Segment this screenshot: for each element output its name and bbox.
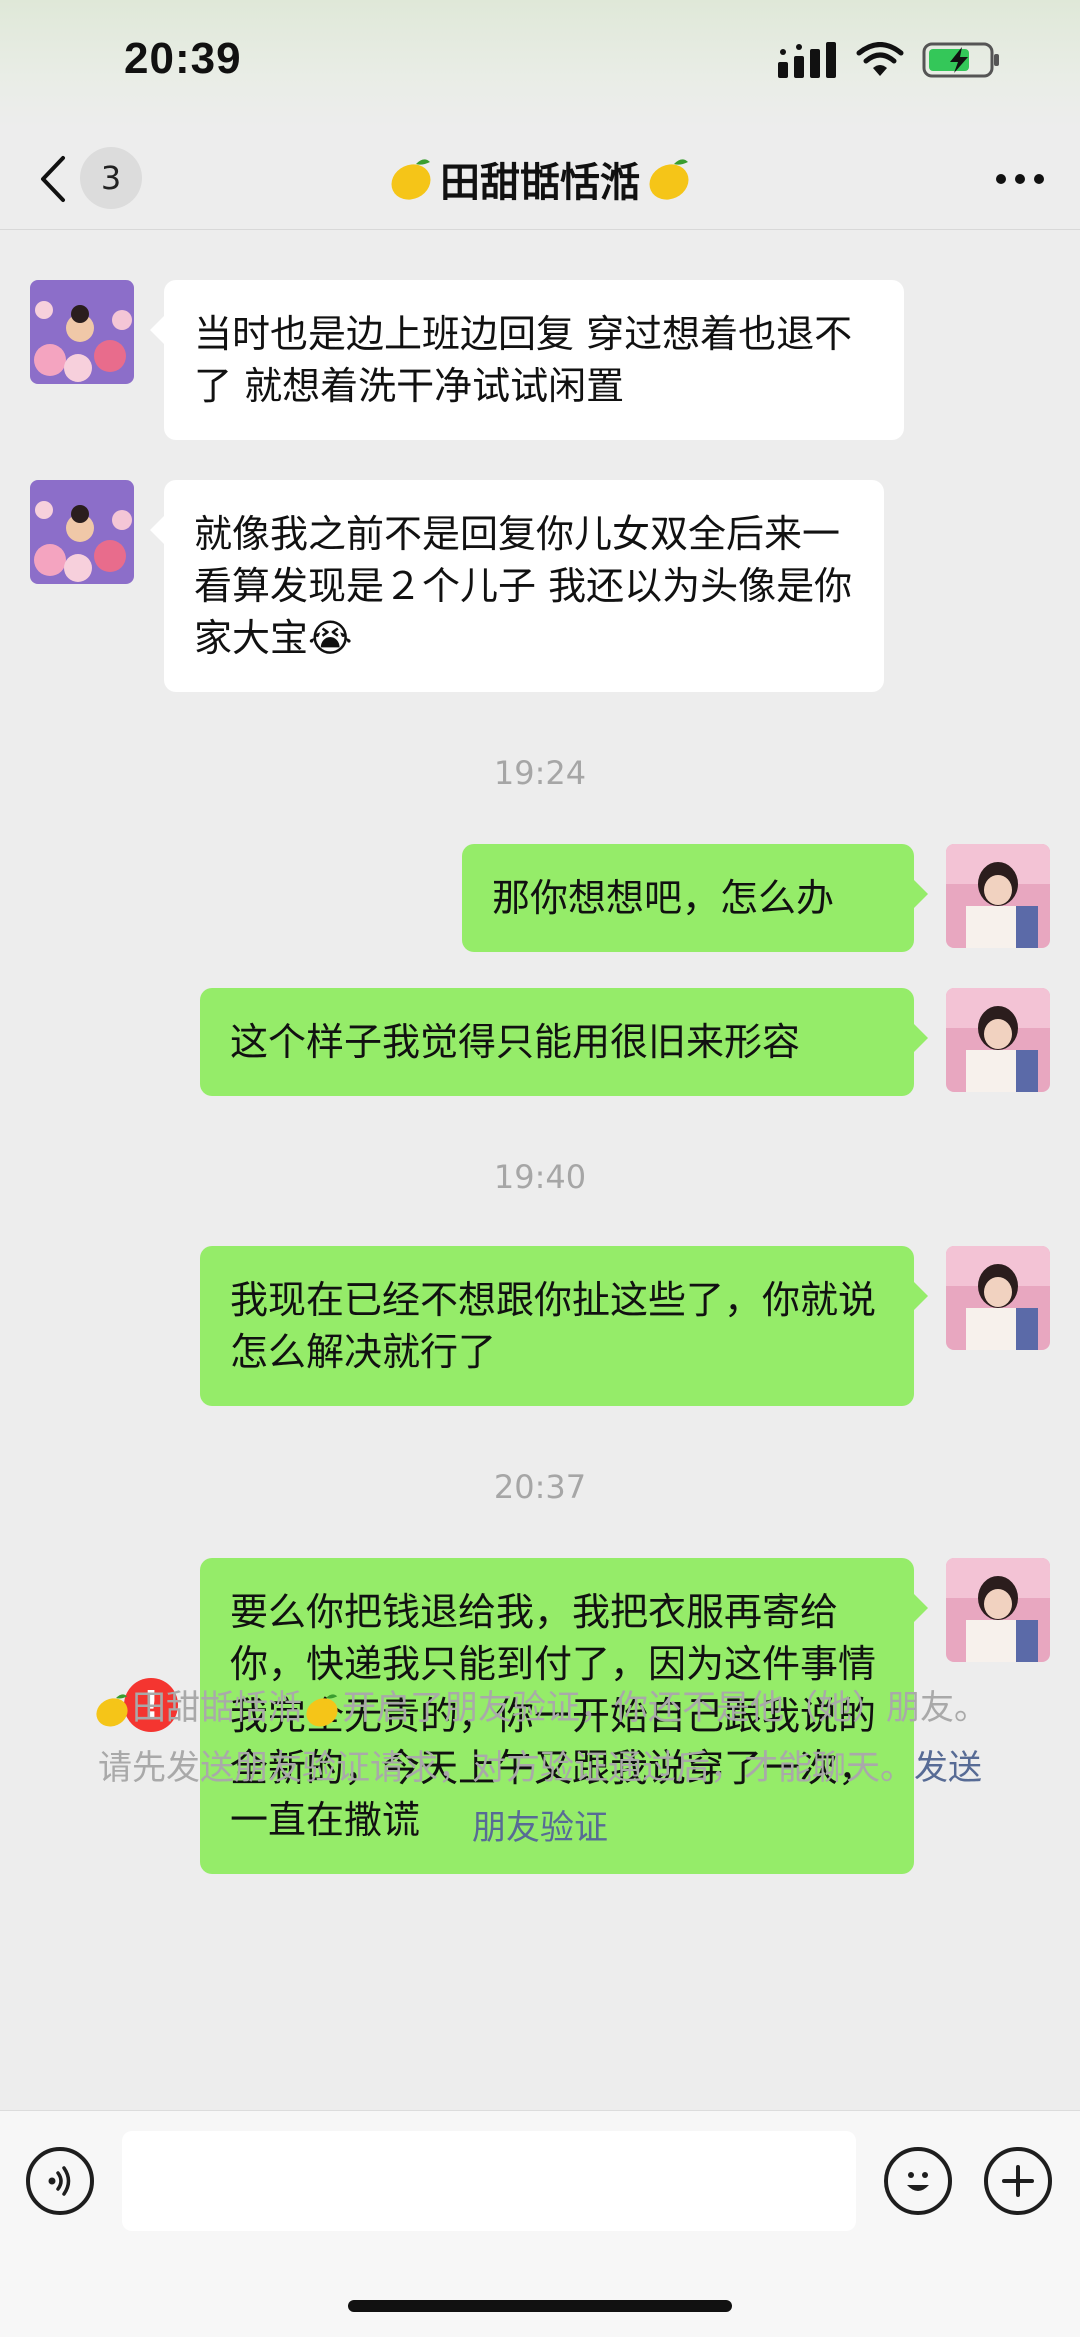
message-bubble-outgoing[interactable]: 我现在已经不想跟你扯这些了，你就说怎么解决就行了 — [200, 1246, 928, 1406]
message-timestamp: 20:37 — [493, 1468, 587, 1506]
my-avatar[interactable] — [946, 844, 1050, 948]
chat-title-text: 田甜甛恬湉 — [440, 160, 640, 206]
nav-bar: 3 田甜甛恬湉 — [0, 128, 1080, 230]
wifi-icon — [856, 42, 904, 76]
lemon-icon — [649, 159, 689, 200]
unread-count-badge[interactable]: 3 — [80, 147, 142, 209]
cellular-signal-icon — [778, 42, 836, 78]
message-bubble-outgoing[interactable]: 这个样子我觉得只能用很旧来形容 — [200, 988, 928, 1096]
status-icons — [778, 40, 1002, 80]
lemon-icon — [391, 159, 431, 200]
my-avatar[interactable] — [946, 988, 1050, 1092]
notice-contact-name: 田甜甛恬湉 — [132, 1688, 302, 1728]
status-time: 20:39 — [124, 34, 242, 83]
my-avatar[interactable] — [946, 1246, 1050, 1350]
friend-verification-notice: 田甜甛恬湉 开启了朋友验证，你还不是他（她）朋友。请先发送朋友验证请求，对方验证… — [90, 1678, 990, 1858]
chat-screen: 20:39 3 田甜甛恬湉 当时也是边上班边回复 穿过想着也退不了 就想着洗干净… — [0, 0, 1080, 2337]
more-options-button[interactable] — [990, 148, 1050, 210]
back-button[interactable] — [32, 148, 72, 210]
voice-icon — [48, 2166, 71, 2196]
message-bubble-outgoing[interactable]: 那你想想吧，怎么办 — [462, 844, 928, 952]
chat-title[interactable]: 田甜甛恬湉 — [240, 148, 840, 210]
emoji-icon — [907, 2172, 929, 2191]
emoji-button[interactable] — [884, 2147, 952, 2215]
chevron-left-icon — [41, 156, 65, 202]
voice-button[interactable] — [26, 2147, 94, 2215]
message-input[interactable] — [122, 2131, 856, 2231]
message-timestamp: 19:24 — [493, 754, 587, 792]
lemon-icon — [96, 1693, 128, 1726]
plus-button[interactable] — [984, 2147, 1052, 2215]
contact-avatar[interactable] — [30, 480, 134, 584]
message-bubble-incoming[interactable]: 就像我之前不是回复你儿女双全后来一看算发现是２个儿子 我还以为头像是你家大宝😭 — [150, 480, 884, 692]
message-bubble-incoming[interactable]: 当时也是边上班边回复 穿过想着也退不了 就想着洗干净试试闲置 — [150, 280, 904, 440]
status-bar: 20:39 — [0, 0, 1080, 128]
home-indicator — [348, 2300, 732, 2312]
my-avatar[interactable] — [946, 1558, 1050, 1662]
contact-avatar[interactable] — [30, 280, 134, 384]
more-icon — [996, 174, 1044, 184]
battery-icon — [922, 42, 999, 78]
message-timestamp: 19:40 — [493, 1158, 587, 1196]
lemon-icon — [306, 1693, 338, 1726]
plus-icon — [1002, 2165, 1034, 2197]
